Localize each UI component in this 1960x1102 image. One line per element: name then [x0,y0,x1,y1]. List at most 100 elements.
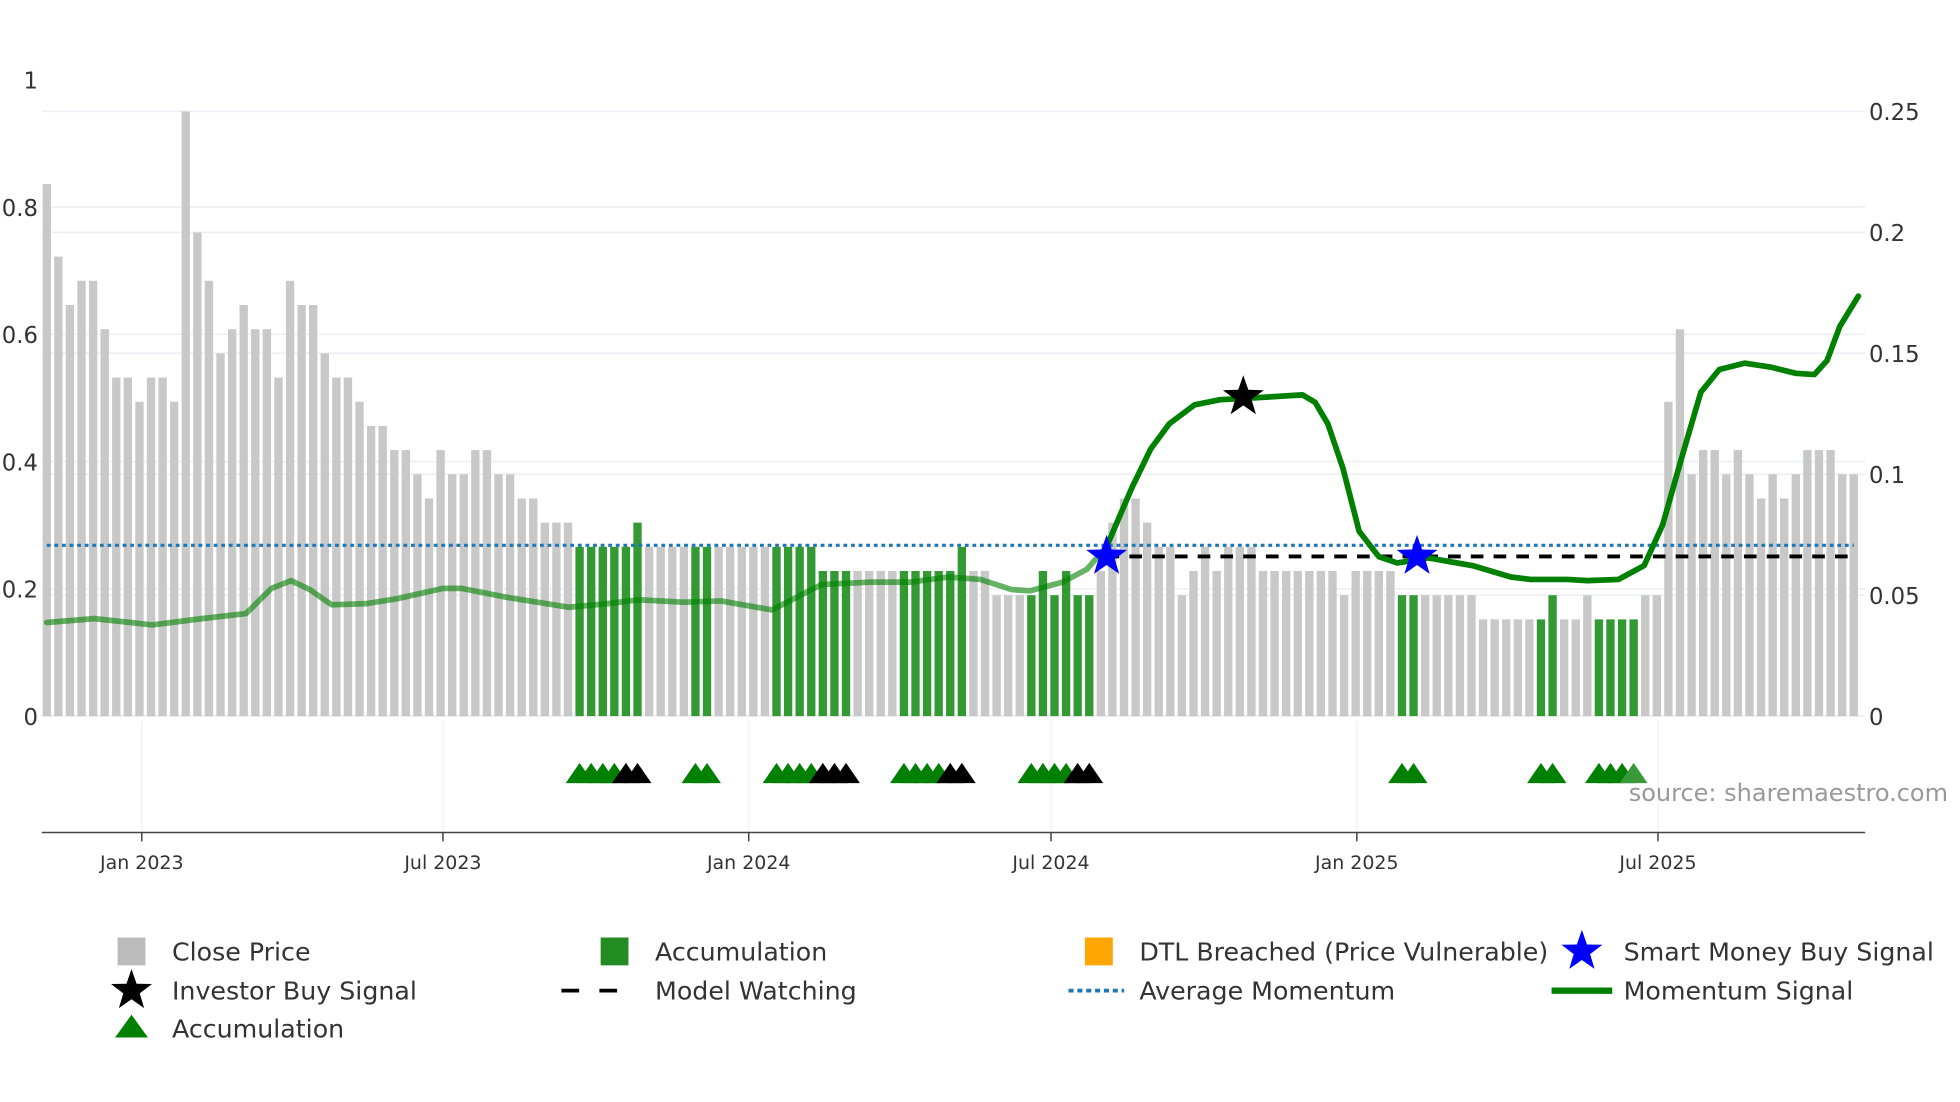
accumulation-bar [841,571,851,717]
accumulation-bar [830,571,839,717]
close-price-bar [1641,595,1650,717]
close-price-bar [378,425,387,717]
close-price-bar [239,304,248,717]
accumulation-bar [818,571,828,717]
right-axis-tick-label: 0.25 [1869,100,1920,126]
close-price-bar [726,546,735,717]
close-price-bar [1664,401,1673,717]
close-price-bar [1351,571,1360,717]
accumulation-bar [1085,595,1094,717]
legend-star-icon [111,969,152,1009]
close-price-bar [355,401,364,717]
close-price-bar [227,329,237,717]
momentum-chart: Jan 2023 Jul 2023 Jan 2024 Jul 2024 Jan 2025… [2,69,1948,1044]
accumulation-bar [1073,595,1082,717]
right-axis-tick-label: 0 [1869,705,1883,731]
close-price-bar [644,546,654,717]
close-price-bar [749,546,758,717]
close-price-bar [1814,450,1824,717]
accumulation-bar [1548,595,1557,717]
accumulation-bar [807,546,816,717]
right-axis-tick-label: 0.05 [1869,584,1920,610]
close-price-bar [1583,595,1592,717]
accumulation-bar [957,546,967,717]
close-price-bar [1467,595,1476,717]
legend-square-icon [1084,937,1113,966]
legend-square-icon [600,937,629,966]
close-price-bar [1837,474,1847,717]
close-price-bar [390,450,399,717]
close-price-bar [1733,450,1743,717]
accumulation-bar [946,571,955,717]
close-price-bar [1478,619,1488,717]
close-price-bar [1803,450,1812,717]
smart-money-buy-star-icon [1396,534,1438,574]
accumulation-bar [598,546,607,717]
close-price-bar [876,571,885,717]
close-price-bar [436,450,445,717]
x-tick-label: Jul 2023 [403,852,481,874]
close-price-bar [1791,474,1800,717]
close-price-bar [309,304,318,717]
accumulation-bar [899,571,909,717]
close-price-bar [100,329,109,717]
close-price-bar [170,401,179,717]
close-price-bar [135,401,144,717]
close-price-bar [1745,474,1754,717]
accumulation-bar [795,546,804,717]
close-price-bar [1502,619,1511,717]
accumulation-bar [1397,595,1407,717]
close-price-bar [366,425,376,717]
accumulation-bar [911,571,920,717]
close-price-bar [969,571,978,717]
close-price-bar [1119,498,1129,717]
close-price-bar [760,546,770,717]
accumulation-bar [633,522,642,717]
close-price-bar [865,571,874,717]
close-price-bar [1166,546,1175,717]
close-price-bar [1004,595,1013,717]
accumulation-bar [1027,595,1036,717]
legend-label: Model Watching [655,977,857,1006]
close-price-bar [1015,595,1024,717]
close-price-bar [1281,571,1291,717]
left-axis-tick-label: 1 [23,69,37,95]
close-price-bar [262,329,272,717]
close-price-bar [448,474,457,717]
close-price-bar [285,280,295,717]
close-price-bar [1270,571,1279,717]
close-price-bar [1513,619,1522,717]
legend: Close Price Accumulation DTL Breached (Pri… [111,929,1934,1043]
close-price-bar [65,304,75,717]
close-price-bar [1420,595,1430,717]
close-price-bar [1826,450,1835,717]
legend-triangle-icon [115,1014,148,1038]
signal-lines [43,293,1862,628]
left-axis-tick-label: 0.4 [2,450,38,476]
accumulation-bar [1536,619,1546,717]
accumulation-bar [1409,595,1418,717]
accumulation-bar [1594,619,1604,717]
legend-square-icon [117,937,146,966]
close-price-bar [552,522,561,717]
close-price-bar [1675,329,1685,717]
legend-label: Smart Money Buy Signal [1624,937,1934,966]
close-price-bar [563,522,573,717]
source-watermark: source: sharemaestro.com [1629,779,1948,807]
close-price-bar [1305,571,1314,717]
accumulation-bar [934,571,943,717]
close-price-bar [54,256,63,717]
close-price-bar [1687,474,1696,717]
left-axis-tick-label: 0 [23,705,37,731]
left-axis-tick-label: 0.6 [2,323,38,349]
close-price-bar [1339,595,1349,717]
close-price-bar [540,522,550,717]
close-price-bar [251,329,260,717]
close-price-bar [1756,498,1766,717]
close-price-bar [181,111,190,717]
close-price-bar [1768,474,1777,717]
close-price-bar [1490,619,1499,717]
close-price-bar [1212,571,1221,717]
close-price-bar [1455,595,1465,717]
legend-label: Momentum Signal [1624,977,1854,1006]
